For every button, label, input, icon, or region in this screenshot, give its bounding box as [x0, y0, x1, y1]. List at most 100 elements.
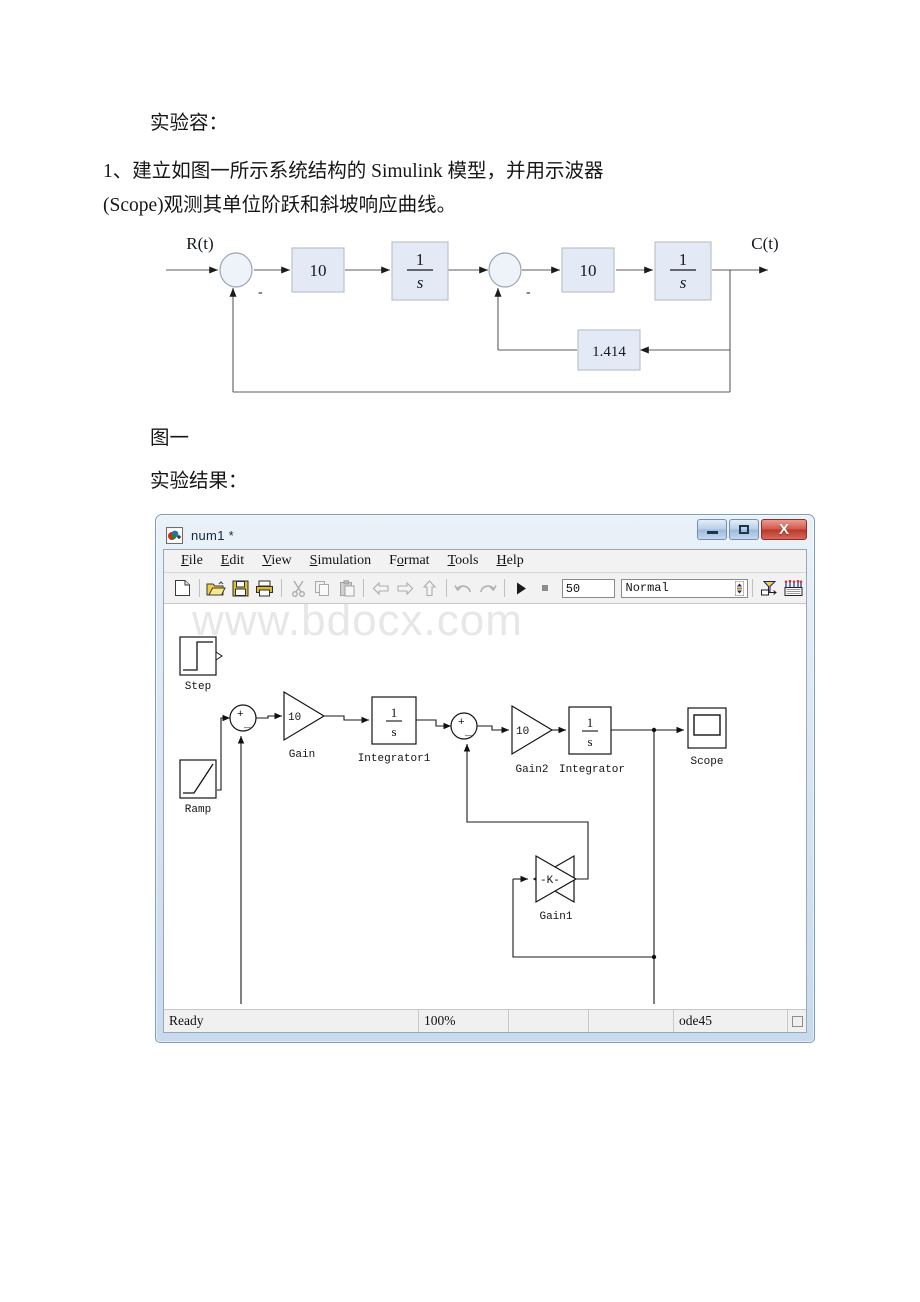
copy-button[interactable] [311, 576, 334, 600]
simulink-app-icon [166, 526, 183, 544]
sum1-minus-sign: - [258, 285, 263, 300]
window-client-area: File Edit View Simulation Format Tools H… [163, 549, 807, 1033]
new-model-icon [174, 580, 190, 596]
block-integrator[interactable]: 1 s [568, 706, 612, 755]
svg-text:+: + [458, 717, 465, 729]
cut-icon [291, 580, 305, 597]
toolbar-separator [503, 579, 505, 597]
open-model-button[interactable] [204, 576, 227, 600]
svg-text:1: 1 [587, 715, 594, 730]
svg-text:s: s [391, 724, 396, 739]
block-gain-label: Gain [289, 749, 315, 761]
block-ramp[interactable] [179, 759, 217, 799]
block-scope[interactable] [687, 707, 727, 749]
undo-button[interactable] [452, 576, 475, 600]
model-explorer-button[interactable] [783, 576, 806, 600]
toolbar-separator [198, 579, 200, 597]
window-titlebar[interactable]: num1 * X [163, 519, 807, 549]
model-explorer-icon [784, 579, 803, 596]
print-button[interactable] [253, 576, 276, 600]
task-paragraph: 1、建立如图一所示系统结构的 Simulink 模型，并用示波器 (Scope)… [103, 155, 604, 223]
paste-icon [339, 579, 355, 596]
toolbar-separator [752, 579, 754, 597]
redo-button[interactable] [476, 576, 499, 600]
close-icon: X [778, 521, 789, 538]
redo-icon [480, 584, 497, 592]
menu-format[interactable]: Format [380, 553, 438, 569]
paste-button[interactable] [336, 576, 359, 600]
minimize-icon [706, 531, 718, 534]
status-pane-1 [509, 1010, 589, 1032]
block-integrator-b-num: 1 [679, 250, 688, 269]
window-controls[interactable]: X [695, 519, 807, 541]
section-heading-experiment-content: 实验容： [150, 113, 229, 134]
block-gain[interactable]: 10 [283, 690, 326, 742]
svg-text:_: _ [464, 727, 472, 739]
block-gain2-label: Gain2 [515, 764, 548, 776]
update-diagram-button[interactable] [758, 576, 781, 600]
cut-button[interactable] [287, 576, 310, 600]
start-simulation-button[interactable] [510, 576, 533, 600]
up-button[interactable] [418, 576, 441, 600]
simulink-model-window[interactable]: num1 * X File Edit View Simulation Forma… [155, 514, 815, 1043]
block-gain-10-b-label: 10 [580, 261, 597, 280]
input-signal-label: R(t) [186, 234, 213, 253]
save-button[interactable] [229, 576, 252, 600]
svg-text:1: 1 [391, 705, 398, 720]
simulation-stop-time-field[interactable]: 50 [561, 578, 615, 598]
block-step-label: Step [185, 681, 211, 693]
results-heading: 实验结果： [150, 471, 248, 492]
close-button[interactable]: X [761, 519, 807, 540]
block-gain1[interactable]: -K- [532, 854, 578, 904]
block-integrator-b-den: s [680, 273, 687, 292]
menu-help[interactable]: Help [487, 553, 532, 569]
signal-branch-point-2 [651, 954, 657, 960]
svg-text:s: s [587, 734, 592, 749]
spinner-icon[interactable] [735, 580, 745, 596]
block-gain1-label: Gain1 [539, 911, 572, 923]
minimize-button[interactable] [697, 519, 727, 540]
block-integrator-a-num: 1 [416, 250, 425, 269]
svg-text:10: 10 [288, 712, 301, 724]
output-signal-label: C(t) [751, 234, 778, 253]
forward-button[interactable] [394, 576, 417, 600]
simulation-mode-value: Normal [625, 581, 669, 595]
menu-simulation[interactable]: Simulation [301, 553, 380, 569]
new-model-button[interactable] [171, 576, 194, 600]
block-integrator1[interactable]: 1 s [371, 696, 417, 745]
model-canvas[interactable]: www.bdocx.com Step Ramp + _ 10 Gain 1 s … [164, 604, 806, 1009]
stop-simulation-button[interactable] [534, 576, 557, 600]
menu-tools[interactable]: Tools [439, 553, 488, 569]
undo-icon [453, 584, 471, 592]
toolbar-separator [280, 579, 282, 597]
back-arrow-icon [372, 581, 389, 595]
zoom-level: 100% [419, 1010, 509, 1032]
toolbar[interactable]: 50 Normal [164, 573, 806, 604]
back-button[interactable] [369, 576, 392, 600]
up-arrow-icon [422, 579, 437, 596]
block-integrator-a-den: s [417, 273, 424, 292]
stop-simulation-icon [542, 585, 549, 591]
block-gain2[interactable]: 10 [511, 704, 554, 756]
save-icon [232, 580, 249, 596]
status-text: Ready [164, 1010, 419, 1032]
toolbar-separator [445, 579, 447, 597]
block-step[interactable] [179, 636, 223, 676]
svg-text:10: 10 [516, 726, 529, 738]
copy-icon [315, 580, 330, 596]
signal-branch-point-1 [651, 727, 657, 733]
menubar[interactable]: File Edit View Simulation Format Tools H… [164, 550, 806, 573]
maximize-icon [739, 525, 749, 534]
menu-file[interactable]: File [172, 553, 212, 569]
block-sum-1[interactable]: + _ [229, 704, 257, 732]
window-title: num1 * [191, 527, 234, 543]
menu-view[interactable]: View [253, 553, 301, 569]
block-sum-2[interactable]: + _ [450, 712, 478, 740]
simulation-mode-dropdown[interactable]: Normal [620, 578, 749, 598]
maximize-button[interactable] [729, 519, 759, 540]
open-model-icon [206, 580, 226, 595]
menu-edit[interactable]: Edit [212, 553, 253, 569]
summing-junction-2 [488, 252, 522, 288]
resize-grip[interactable] [788, 1010, 806, 1032]
task-line-1: 1、建立如图一所示系统结构的 Simulink 模型，并用示波器 [103, 161, 604, 182]
